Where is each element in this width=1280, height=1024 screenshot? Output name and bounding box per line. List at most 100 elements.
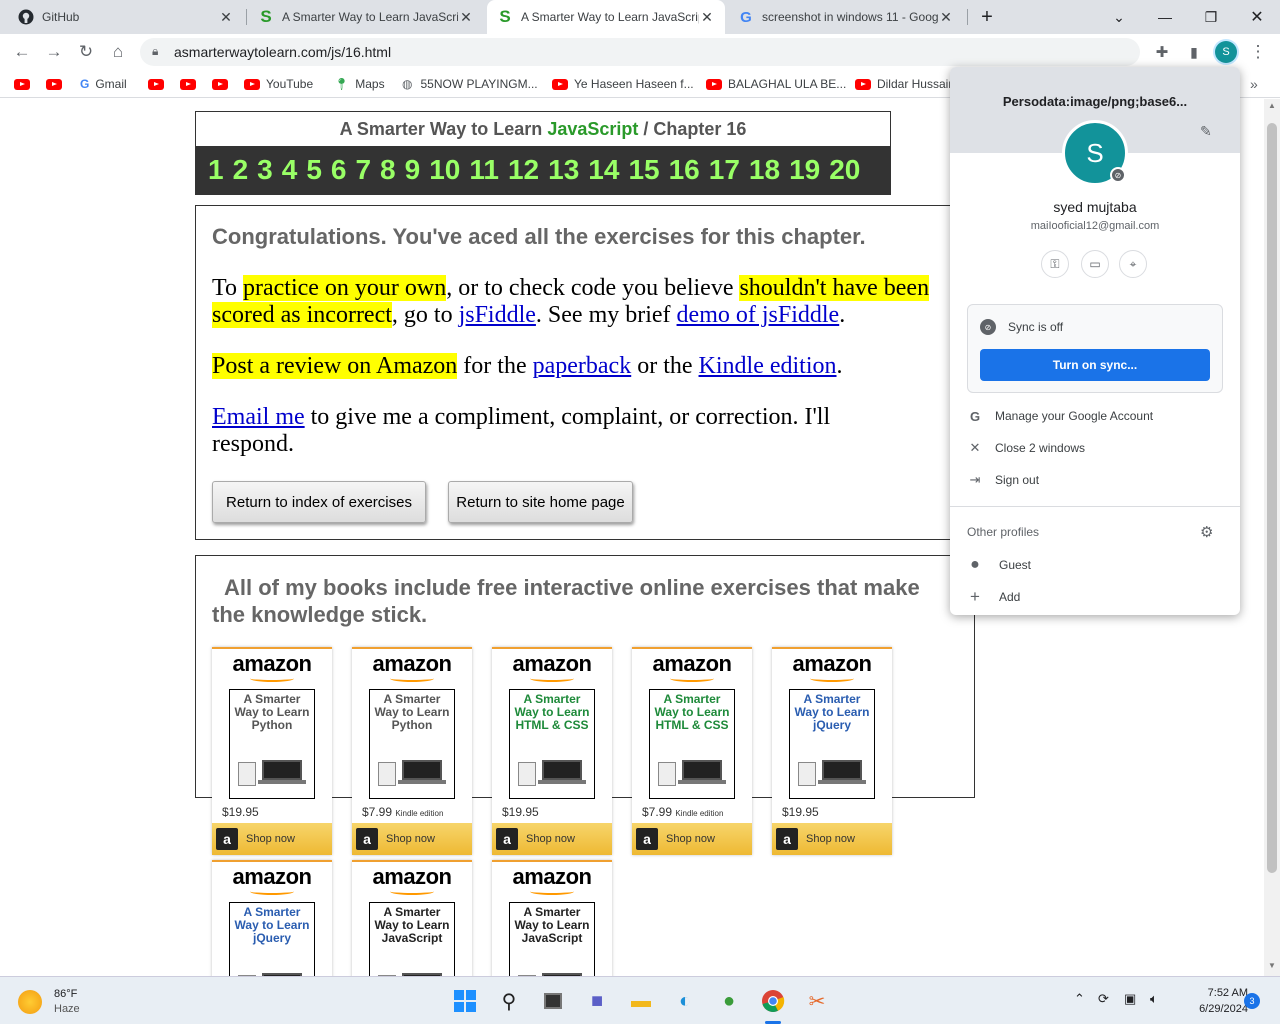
tab-github[interactable]: GitHub ✕ — [8, 0, 244, 34]
chapter-link[interactable]: 10 — [429, 154, 460, 186]
close-tab-icon[interactable]: ✕ — [938, 9, 954, 26]
chapter-link[interactable]: 11 — [469, 154, 499, 186]
scrollbar-thumb[interactable] — [1267, 123, 1277, 873]
addresses-pin-icon[interactable]: ⌖ — [1119, 250, 1147, 278]
page-scrollbar[interactable]: ▲ ▼ — [1264, 99, 1280, 976]
book-cover[interactable]: A Smarter Way to Learn JavaScript — [369, 902, 455, 976]
edit-pencil-icon[interactable]: ✎ — [1200, 123, 1212, 140]
book-card[interactable]: amazon A Smarter Way to Learn jQuery $19.9… — [772, 647, 892, 855]
address-bar[interactable]: 🔒︎ asmarterwaytolearn.com/js/16.html — [140, 38, 1140, 66]
tab-search-icon[interactable]: ⌄ — [1096, 0, 1142, 34]
bookmark-item[interactable] — [212, 76, 234, 92]
tab-smarter-way-1[interactable]: S A Smarter Way to Learn JavaScript ✕ — [248, 0, 484, 34]
close-tab-icon[interactable]: ✕ — [699, 9, 715, 26]
snipping-tool-icon[interactable]: ✂ — [801, 985, 833, 1017]
home-button[interactable]: ⌂ — [104, 38, 132, 66]
bookmark-item[interactable] — [46, 76, 68, 92]
chapter-link[interactable]: 7 — [355, 154, 371, 186]
payment-card-icon[interactable]: ▭ — [1081, 250, 1109, 278]
chapter-link[interactable]: 6 — [331, 154, 347, 186]
extensions-icon[interactable]: ✚ — [1148, 38, 1176, 66]
book-card[interactable]: amazon A Smarter Way to Learn Python $7.99… — [352, 647, 472, 855]
profile-avatar-button[interactable]: S — [1212, 38, 1240, 66]
scroll-up-icon[interactable]: ▲ — [1268, 101, 1276, 110]
chapter-link[interactable]: 17 — [709, 154, 740, 186]
passwords-key-icon[interactable]: ⚿ — [1041, 250, 1069, 278]
chrome-menu-icon[interactable]: ⋮ — [1244, 38, 1272, 66]
jsfiddle-demo-link[interactable]: demo of jsFiddle — [677, 302, 840, 328]
book-cover[interactable]: A Smarter Way to Learn HTML & CSS — [509, 689, 595, 799]
shop-now-button[interactable]: a Shop now — [632, 823, 752, 855]
minimize-button[interactable]: — — [1142, 0, 1188, 34]
book-card[interactable]: amazon A Smarter Way to Learn HTML & CSS $… — [492, 647, 612, 855]
chapter-link[interactable]: 15 — [628, 154, 659, 186]
show-hidden-icons[interactable]: ⌃ — [1074, 991, 1085, 1007]
shop-now-button[interactable]: a Shop now — [352, 823, 472, 855]
bookmark-item[interactable]: Ye Haseen Haseen f... — [552, 76, 694, 92]
tab-smarter-way-2[interactable]: S A Smarter Way to Learn JavaScript ✕ — [487, 0, 725, 34]
shop-now-button[interactable]: a Shop now — [212, 823, 332, 855]
close-tab-icon[interactable]: ✕ — [458, 9, 474, 26]
reload-button[interactable]: ↻ — [72, 38, 100, 66]
bookmark-item[interactable] — [148, 76, 170, 92]
tab-google-search[interactable]: G screenshot in windows 11 - Goog ✕ — [728, 0, 964, 34]
chapter-link[interactable]: 13 — [548, 154, 579, 186]
book-cover[interactable]: A Smarter Way to Learn Python — [229, 689, 315, 799]
chapter-link[interactable]: 5 — [306, 154, 322, 186]
book-card[interactable]: amazon A Smarter Way to Learn HTML & CSS $… — [632, 647, 752, 855]
book-cover[interactable]: A Smarter Way to Learn Python — [369, 689, 455, 799]
chapter-link[interactable]: 8 — [380, 154, 396, 186]
restore-button[interactable]: ❐ — [1188, 0, 1234, 34]
gear-icon[interactable]: ⚙ — [1200, 523, 1213, 541]
edge-browser-icon[interactable]: ◐ — [669, 985, 701, 1017]
bookmark-youtube[interactable]: YouTube — [244, 76, 313, 92]
bookmark-item[interactable] — [180, 76, 202, 92]
chapter-link[interactable]: 2 — [233, 154, 249, 186]
book-card[interactable]: amazon A Smarter Way to Learn Python $19.9… — [212, 647, 332, 855]
chapter-link[interactable]: 19 — [789, 154, 820, 186]
book-cover[interactable]: A Smarter Way to Learn jQuery — [229, 902, 315, 976]
network-icon[interactable]: ▣ — [1124, 991, 1136, 1007]
bookmark-item[interactable] — [14, 76, 36, 92]
bookmark-item[interactable]: BALAGHAL ULA BE... — [706, 76, 846, 92]
bookmark-item[interactable]: ◍ 55NOW PLAYINGM... — [402, 76, 538, 92]
chapter-link[interactable]: 16 — [669, 154, 700, 186]
bookmark-gmail[interactable]: G Gmail — [80, 76, 127, 92]
chapter-link[interactable]: 4 — [282, 154, 298, 186]
teams-chat-icon[interactable]: ■ — [581, 985, 613, 1017]
chapter-link[interactable]: 12 — [508, 154, 539, 186]
turn-on-sync-button[interactable]: Turn on sync... — [980, 349, 1210, 381]
chapter-link[interactable]: 18 — [749, 154, 780, 186]
return-home-button[interactable]: Return to site home page — [448, 481, 633, 523]
book-cover[interactable]: A Smarter Way to Learn JavaScript — [509, 902, 595, 976]
bookmark-maps[interactable]: 📍︎ Maps — [334, 76, 385, 92]
side-panel-icon[interactable]: ▮ — [1180, 38, 1208, 66]
chrome-icon[interactable] — [757, 985, 789, 1017]
bookmark-item[interactable]: Dildar Hussain — [855, 76, 955, 92]
close-windows-item[interactable]: ✕ Close 2 windows — [967, 438, 1086, 458]
shop-now-button[interactable]: a Shop now — [772, 823, 892, 855]
back-button[interactable]: ← — [8, 38, 36, 66]
book-card[interactable]: amazon A Smarter Way to Learn JavaScript — [492, 860, 612, 976]
system-clock[interactable]: 7:52 AM 6/29/2024 — [1168, 985, 1248, 1017]
chapter-link[interactable]: 20 — [829, 154, 860, 186]
book-card[interactable]: amazon A Smarter Way to Learn jQuery — [212, 860, 332, 976]
chapter-link[interactable]: 3 — [257, 154, 273, 186]
utorrent-icon[interactable]: ● — [713, 985, 745, 1017]
add-profile-item[interactable]: + Add — [967, 587, 1020, 607]
book-cover[interactable]: A Smarter Way to Learn HTML & CSS — [649, 689, 735, 799]
task-view-icon[interactable] — [537, 985, 569, 1017]
paperback-link[interactable]: paperback — [533, 353, 632, 379]
search-icon[interactable]: ⚲ — [493, 985, 525, 1017]
weather-widget[interactable]: 86°F Haze — [18, 987, 80, 1017]
chapter-link[interactable]: 14 — [588, 154, 619, 186]
guest-profile-item[interactable]: ● Guest — [967, 555, 1031, 575]
chapter-link[interactable]: 9 — [405, 154, 421, 186]
return-index-button[interactable]: Return to index of exercises — [212, 481, 426, 523]
book-card[interactable]: amazon A Smarter Way to Learn JavaScript — [352, 860, 472, 976]
forward-button[interactable]: → — [40, 38, 68, 66]
sync-tray-icon[interactable]: ⟳ — [1098, 991, 1109, 1007]
email-me-link[interactable]: Email me — [212, 404, 305, 430]
manage-account-item[interactable]: G Manage your Google Account — [967, 406, 1153, 426]
close-window-button[interactable]: ✕ — [1234, 0, 1280, 34]
